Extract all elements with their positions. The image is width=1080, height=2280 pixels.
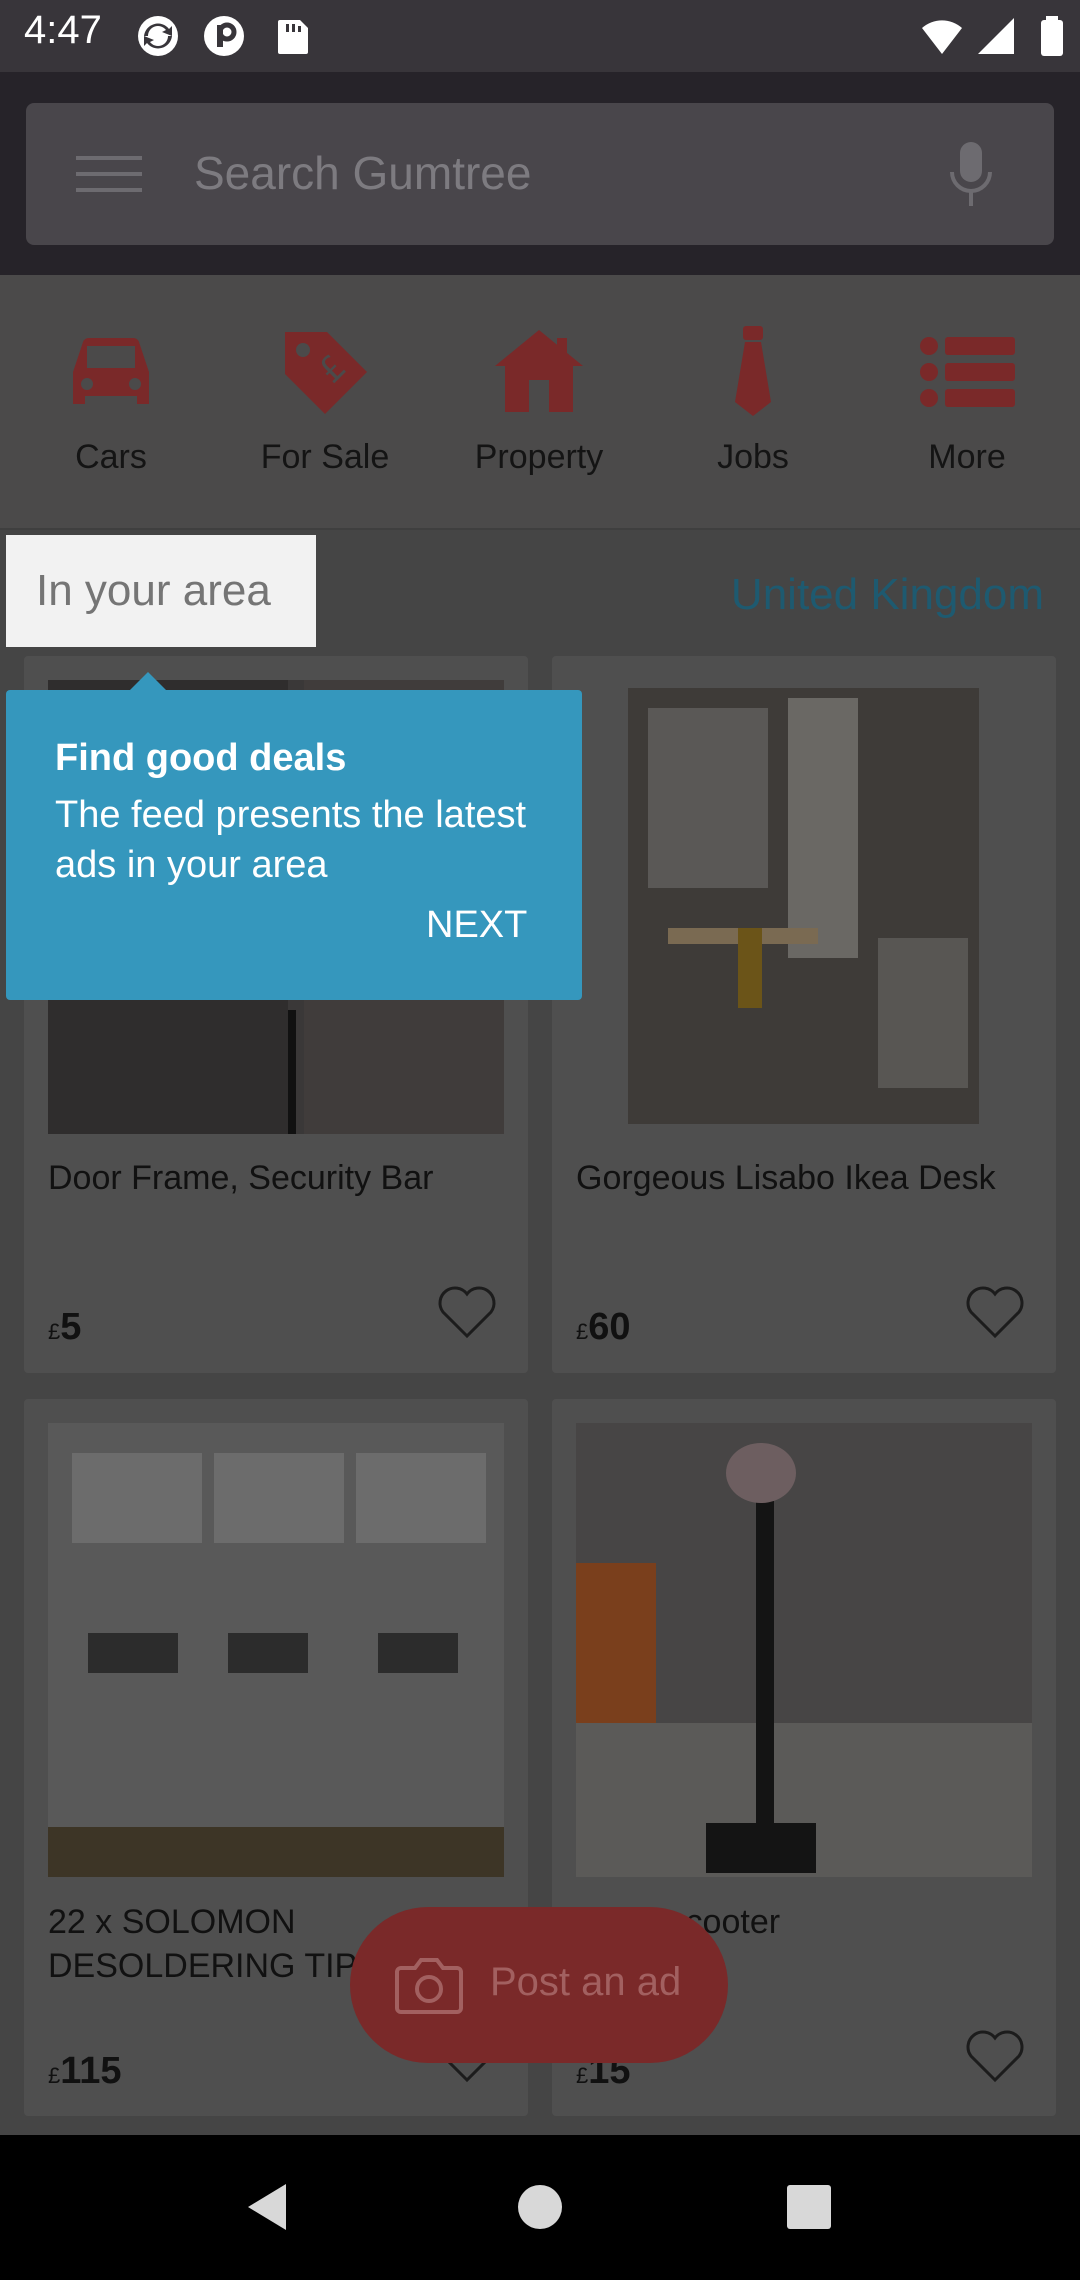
location-link[interactable]: United Kingdom [731, 570, 1044, 620]
listing-price: £5 [48, 1306, 82, 1348]
in-your-area-label: In your area [36, 566, 271, 615]
battery-icon [1041, 16, 1063, 56]
category-label: Property [474, 438, 604, 476]
category-label: Jobs [717, 438, 789, 476]
listing-title: Door Frame, Security Bar [48, 1159, 434, 1197]
listing-title: Gorgeous Lisabo Ikea Desk [576, 1159, 996, 1197]
camera-icon [395, 1958, 463, 2014]
house-icon [495, 330, 583, 412]
favorite-heart-icon[interactable] [964, 1284, 1026, 1340]
category-more[interactable]: More [862, 310, 1072, 490]
search-box[interactable] [26, 103, 1054, 245]
listing-image [628, 688, 979, 1124]
listing-price: £115 [48, 2050, 122, 2092]
hamburger-menu-icon[interactable] [76, 156, 142, 192]
back-icon[interactable] [246, 2182, 288, 2232]
p-app-icon [204, 16, 244, 56]
microphone-icon[interactable] [946, 140, 996, 210]
tooltip-title: Find good deals [55, 737, 347, 779]
listing-price: £60 [576, 1306, 631, 1348]
post-ad-label: Post an ad [490, 1960, 682, 2004]
car-icon [73, 337, 149, 404]
favorite-heart-icon[interactable] [964, 2028, 1026, 2084]
signal-icon [978, 18, 1014, 54]
category-property[interactable]: Property [434, 310, 644, 490]
tie-icon [735, 326, 771, 416]
price-tag-icon: £ [285, 332, 367, 414]
list-icon [920, 337, 1015, 407]
wifi-icon [922, 20, 962, 54]
listing-image [576, 1423, 1032, 1877]
tooltip-arrow [128, 672, 168, 692]
sync-icon [138, 16, 178, 56]
listing-image [48, 1423, 504, 1877]
search-input[interactable]: Search Gumtree [194, 146, 531, 200]
category-cars[interactable]: Cars [6, 310, 216, 490]
tooltip-next-button[interactable]: NEXT [426, 904, 527, 947]
category-label: Cars [75, 438, 147, 476]
favorite-heart-icon[interactable] [436, 1284, 498, 1340]
category-label: For Sale [260, 438, 390, 476]
home-icon[interactable] [517, 2184, 563, 2230]
sd-card-icon [278, 20, 308, 54]
tooltip-body: The feed presents the latest ads in your… [55, 794, 527, 886]
category-jobs[interactable]: Jobs [648, 310, 858, 490]
category-label: More [928, 438, 1006, 476]
category-for-sale[interactable]: £ For Sale [220, 310, 430, 490]
recents-icon[interactable] [786, 2184, 832, 2230]
status-time: 4:47 [24, 8, 102, 52]
